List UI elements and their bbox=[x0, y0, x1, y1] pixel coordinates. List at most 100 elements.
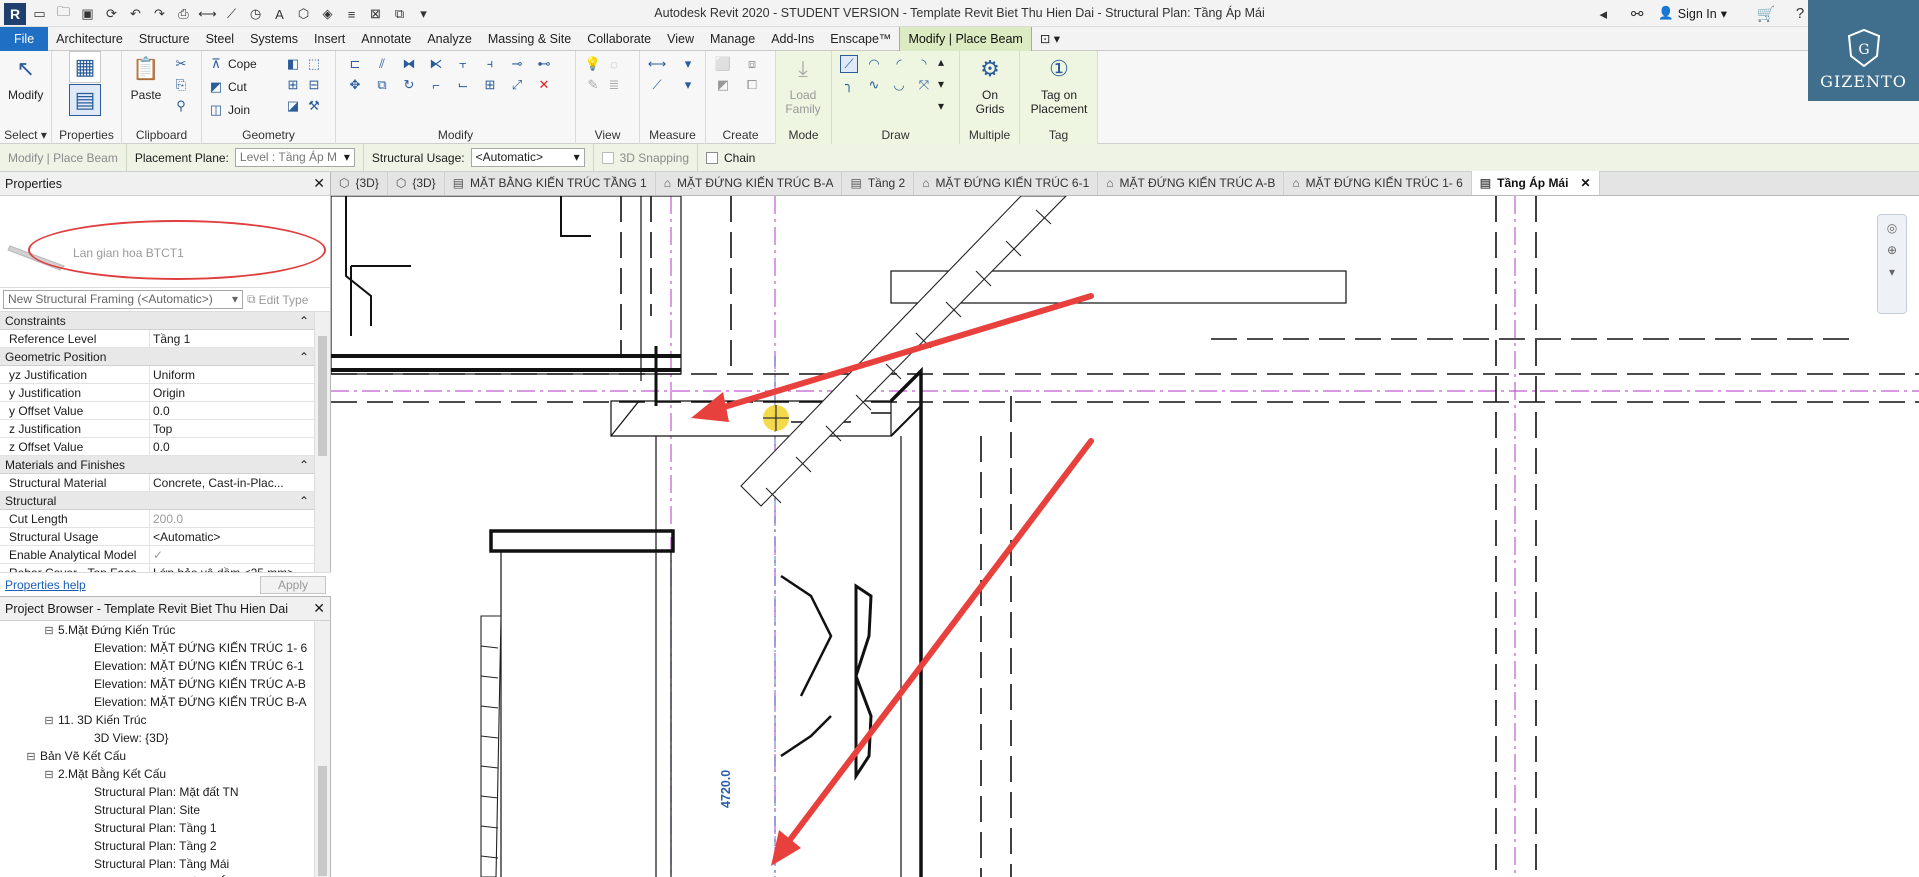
browser-tree-item[interactable]: 3D View: {3D} bbox=[0, 729, 314, 747]
rotate-icon[interactable]: ↻ bbox=[400, 76, 418, 94]
view-tab[interactable]: ▤ MẶT BẰNG KIẾN TRÚC TẦNG 1 bbox=[445, 171, 656, 195]
split-element-icon[interactable]: ⫟ bbox=[454, 55, 472, 73]
property-value[interactable]: 200.0 bbox=[150, 510, 314, 527]
property-row[interactable]: z Offset Value 0.0 bbox=[0, 438, 314, 456]
property-value[interactable]: 0.0 bbox=[150, 402, 314, 419]
structural-usage-select[interactable]: <Automatic> ▾ bbox=[470, 148, 585, 167]
trim-single-icon[interactable]: ⌙ bbox=[454, 76, 472, 94]
browser-tree-item[interactable]: Elevation: MẶT ĐỨNG KIẾN TRÚC B-A bbox=[0, 693, 314, 711]
trim-extend-icon[interactable]: ⌐ bbox=[427, 76, 445, 94]
structural-plan-drawing[interactable]: 4720.0 bbox=[331, 196, 1919, 877]
sign-in-button[interactable]: 👤 Sign In ▾ bbox=[1658, 6, 1727, 21]
scale-icon[interactable]: ⤢ bbox=[508, 76, 526, 94]
properties-help-link[interactable]: Properties help bbox=[5, 578, 86, 592]
join-button[interactable]: ◫ Join bbox=[208, 102, 250, 118]
3d-snapping-checkbox[interactable] bbox=[601, 151, 614, 164]
collapse-icon[interactable]: ⌃ bbox=[299, 458, 309, 472]
ribbon-tab-item[interactable]: Enscape™ bbox=[822, 27, 899, 51]
steering-wheel-icon[interactable]: ◎ bbox=[1887, 221, 1897, 235]
nav-dropdown-icon[interactable]: ▾ bbox=[1889, 265, 1895, 279]
create-group-icon[interactable]: ◩ bbox=[714, 76, 732, 94]
half-ellipse-icon[interactable]: ◡ bbox=[890, 76, 908, 94]
property-group-header[interactable]: Constraints ⌃ bbox=[0, 312, 314, 330]
dimension-icon[interactable]: ⟋ bbox=[648, 76, 666, 94]
cart-icon[interactable]: 🛒 bbox=[1753, 2, 1779, 26]
property-row[interactable]: Cut Length 200.0 bbox=[0, 510, 314, 528]
property-group-header[interactable]: Materials and Finishes ⌃ bbox=[0, 456, 314, 474]
zoom-icon[interactable]: ⊕ bbox=[1887, 243, 1897, 257]
copy-icon[interactable]: ⎘ bbox=[172, 76, 190, 94]
view-tab[interactable]: ⬡ {3D} bbox=[331, 171, 388, 195]
property-row[interactable]: Structural Usage <Automatic> bbox=[0, 528, 314, 546]
split-face-icon[interactable]: ◧ bbox=[284, 55, 302, 73]
property-group-header[interactable]: Structural ⌃ bbox=[0, 492, 314, 510]
browser-tree-item[interactable]: Elevation: MẶT ĐỨNG KIẾN TRÚC 6-1 bbox=[0, 657, 314, 675]
ribbon-tab-item[interactable]: Massing & Site bbox=[480, 27, 579, 51]
offset-icon[interactable]: ⫽ bbox=[373, 55, 391, 73]
browser-tree-item[interactable]: ⊟ 5.Mặt Đứng Kiến Trúc bbox=[0, 621, 314, 639]
close-icon[interactable]: ✕ bbox=[313, 600, 325, 617]
demolish-icon[interactable]: ⊟ bbox=[305, 76, 323, 94]
view-tab[interactable]: ⌂ MẶT ĐỨNG KIẾN TRÚC 6-1 bbox=[914, 171, 1099, 195]
line-icon[interactable]: ⟋ bbox=[840, 55, 858, 73]
browser-tree-item[interactable]: Structural Plan: Site bbox=[0, 801, 314, 819]
draw-gallery-scroll[interactable]: ▴ ▾ ▾ bbox=[938, 55, 944, 113]
browser-tree-item[interactable]: Elevation: MẶT ĐỨNG KIẾN TRÚC 1- 6 bbox=[0, 639, 314, 657]
ribbon-tab-item[interactable]: Add-Ins bbox=[763, 27, 822, 51]
ribbon-tab-item[interactable]: View bbox=[659, 27, 702, 51]
browser-tree-item[interactable]: Structural Plan: Mặt đất TN bbox=[0, 783, 314, 801]
collapse-icon[interactable]: ⌃ bbox=[299, 350, 309, 364]
instance-filter-select[interactable]: New Structural Framing (<Automatic>) ▾ bbox=[3, 290, 243, 309]
create-parts-icon[interactable]: ⧈ bbox=[743, 55, 761, 73]
browser-tree-item[interactable]: Elevation: MẶT ĐỨNG KIẾN TRÚC A-B bbox=[0, 675, 314, 693]
remove-paint-icon[interactable]: ◪ bbox=[284, 97, 302, 115]
property-group-header[interactable]: Geometric Position ⌃ bbox=[0, 348, 314, 366]
edit-type-button[interactable]: ⧉ Edit Type bbox=[247, 292, 308, 307]
unpin-icon[interactable]: ⊷ bbox=[535, 55, 553, 73]
property-value[interactable]: Origin bbox=[150, 384, 314, 401]
line-pattern-icon[interactable]: ≣ bbox=[605, 76, 623, 94]
ribbon-tab-item[interactable]: Manage bbox=[702, 27, 763, 51]
tag-on-placement-button[interactable]: ① Tag on Placement bbox=[1028, 53, 1090, 117]
property-value[interactable]: Uniform bbox=[150, 366, 314, 383]
center-ends-arc-icon[interactable]: ◜ bbox=[890, 55, 908, 73]
search-arrow-icon[interactable]: ◂ bbox=[1590, 2, 1616, 26]
ribbon-tab-item[interactable]: Systems bbox=[242, 27, 306, 51]
override-icon[interactable]: ◌ bbox=[605, 55, 623, 73]
ribbon-tab-modify-place-beam[interactable]: Modify | Place Beam bbox=[899, 27, 1032, 51]
collapse-icon[interactable]: ⊟ bbox=[44, 766, 54, 784]
property-value[interactable]: ✓ bbox=[150, 546, 314, 563]
create-assembly-icon[interactable]: ⬜ bbox=[714, 55, 732, 73]
property-row[interactable]: Enable Analytical Model ✓ bbox=[0, 546, 314, 564]
cut-geometry-button[interactable]: ◩ Cut bbox=[208, 79, 247, 95]
match-type-icon[interactable]: ⚲ bbox=[172, 97, 190, 115]
spline-icon[interactable]: ∿ bbox=[865, 76, 883, 94]
ribbon-tab-item[interactable]: Analyze bbox=[419, 27, 479, 51]
browser-tree-item[interactable]: Structural Plan: Tầng 2 bbox=[0, 837, 314, 855]
browser-tree-item[interactable]: ⊟ 11. 3D Kiến Trúc bbox=[0, 711, 314, 729]
ribbon-minimize-icon[interactable]: ⊡ ▾ bbox=[1032, 27, 1068, 51]
cope-button[interactable]: ⊼ Cope bbox=[208, 56, 256, 72]
view-tab[interactable]: ▤ Tầng 2 bbox=[842, 171, 915, 195]
chain-checkbox[interactable] bbox=[706, 151, 718, 164]
property-row[interactable]: yz Justification Uniform bbox=[0, 366, 314, 384]
collapse-icon[interactable]: ⊟ bbox=[44, 622, 54, 640]
array-icon[interactable]: ⊞ bbox=[481, 76, 499, 94]
browser-tree-item[interactable]: Structural Plan: Tầng Áp Mái bbox=[0, 873, 314, 877]
ribbon-tab-file[interactable]: File bbox=[0, 27, 49, 51]
close-icon[interactable]: ✕ bbox=[1580, 176, 1590, 190]
on-grids-button[interactable]: ⚙ On Grids bbox=[968, 53, 1012, 117]
property-row[interactable]: Reference Level Tầng 1 bbox=[0, 330, 314, 348]
property-row[interactable]: z Justification Top bbox=[0, 420, 314, 438]
modify-button[interactable]: ↖ Modify bbox=[8, 53, 43, 103]
property-value[interactable]: <Automatic> bbox=[150, 528, 314, 545]
cut-icon[interactable]: ✂ bbox=[172, 55, 190, 73]
dimension-dropdown-icon[interactable]: ▾ bbox=[679, 76, 697, 94]
property-value[interactable]: Concrete, Cast-in-Plac... bbox=[150, 474, 314, 491]
mirror-pick-axis-icon[interactable]: ⧓ bbox=[400, 55, 418, 73]
binoculars-icon[interactable]: ⚯ bbox=[1624, 2, 1650, 26]
align-icon[interactable]: ⊏ bbox=[346, 55, 364, 73]
paste-button[interactable]: 📋 Paste bbox=[130, 53, 162, 103]
properties-scrollbar[interactable] bbox=[314, 312, 330, 587]
mirror-draw-axis-icon[interactable]: ⧔ bbox=[427, 55, 445, 73]
